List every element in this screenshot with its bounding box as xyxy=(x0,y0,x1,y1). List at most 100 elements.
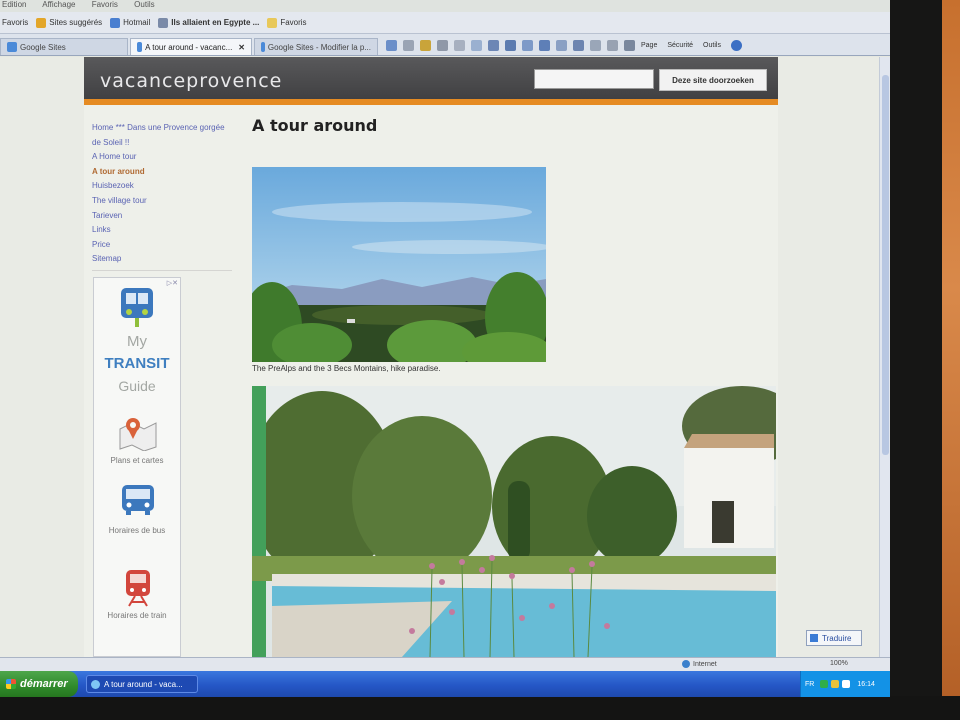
ad-brand-my: My xyxy=(127,333,147,350)
language-indicator[interactable]: FR xyxy=(805,681,814,688)
clock: 16:14 xyxy=(857,680,875,688)
nav-item-sitemap[interactable]: Sitemap xyxy=(92,252,232,267)
ad-link-bus[interactable]: Horaires de bus xyxy=(94,526,180,535)
security-menu[interactable]: Sécurité xyxy=(667,42,693,49)
tab-label: Google Sites xyxy=(20,42,66,52)
google-sites-icon xyxy=(7,42,17,52)
favorites-bar: Favoris Sites suggérés Hotmail Ils allai… xyxy=(0,12,890,34)
bus-sign-icon xyxy=(121,288,153,327)
highlight-icon[interactable] xyxy=(420,39,431,51)
transit-ad[interactable]: ▷✕ My TRANSIT Guide Plans et cartes Hora… xyxy=(93,277,181,657)
site-title[interactable]: vacanceprovence xyxy=(100,70,282,92)
nav-item-home[interactable]: Home *** Dans une Provence gorgée de Sol… xyxy=(92,121,232,150)
translate-label: Traduire xyxy=(822,633,852,643)
nav-item-huisbezoek[interactable]: Huisbezoek xyxy=(92,179,232,194)
rss-icon[interactable] xyxy=(590,39,601,51)
mail-icon[interactable] xyxy=(522,39,533,51)
google-sites-icon xyxy=(261,42,265,52)
pool-garden-photo xyxy=(252,386,776,657)
close-tab-icon[interactable]: ✕ xyxy=(238,43,245,52)
scrollbar-thumb[interactable] xyxy=(882,75,889,455)
ad-brand-guide: Guide xyxy=(118,378,156,394)
blog-icon[interactable] xyxy=(573,39,584,51)
fav-egypt[interactable]: Ils allaient en Egypte ... xyxy=(158,17,260,28)
save-icon[interactable] xyxy=(505,39,516,51)
tab-label: Google Sites - Modifier la p... xyxy=(267,42,371,52)
nav-item-links[interactable]: Links xyxy=(92,223,232,238)
start-button[interactable]: démarrer xyxy=(0,671,78,697)
fav-folder[interactable]: Favoris xyxy=(267,17,307,28)
nav-item-home-tour[interactable]: A Home tour xyxy=(92,150,232,165)
cut-icon[interactable] xyxy=(437,39,448,51)
page-title: A tour around xyxy=(252,116,378,135)
tab-label: A tour around - vacanc... xyxy=(145,42,233,52)
tools-menu[interactable]: Outils xyxy=(703,42,721,49)
photo-caption: The PreAlps and the 3 Becs Montains, hik… xyxy=(252,364,441,373)
google-sites-icon xyxy=(137,42,143,52)
network-icon[interactable] xyxy=(820,680,829,688)
ad-link-train[interactable]: Horaires de train xyxy=(94,611,180,620)
translate-button[interactable]: Traduire xyxy=(806,630,862,646)
page-viewport: vacanceprovence Deze site doorzoeken Hom… xyxy=(0,57,880,657)
fav-label: Hotmail xyxy=(123,18,151,27)
monitor-bezel-bottom xyxy=(0,696,960,720)
screen: Edition Affichage Favoris Outils Favoris… xyxy=(0,0,890,697)
copy-icon[interactable] xyxy=(454,39,465,51)
page-menu[interactable]: Page xyxy=(641,42,657,49)
nav-item-village-tour[interactable]: The village tour xyxy=(92,194,232,209)
star-icon xyxy=(36,17,47,28)
fav-hotmail[interactable]: Hotmail xyxy=(110,17,151,28)
fav-suggested-sites[interactable]: Sites suggérés xyxy=(36,17,103,28)
start-label: démarrer xyxy=(20,678,68,690)
home-icon[interactable] xyxy=(607,39,618,51)
print-icon[interactable] xyxy=(539,39,550,51)
nav-item-price[interactable]: Price xyxy=(92,238,232,253)
page-icon xyxy=(158,17,169,28)
menu-edit[interactable]: Edition xyxy=(2,0,26,9)
ad-choices-icon[interactable]: ▷✕ xyxy=(167,279,178,287)
monitor-bezel xyxy=(888,0,942,720)
favorites-button[interactable]: Favoris xyxy=(2,18,28,27)
sidebar-nav: Home *** Dans une Provence gorgée de Sol… xyxy=(92,121,232,267)
menu-favorites[interactable]: Favoris xyxy=(92,0,118,9)
paste-icon[interactable] xyxy=(471,39,482,51)
search-button[interactable]: Deze site doorzoeken xyxy=(659,69,767,91)
command-bar: Page Sécurité Outils xyxy=(386,35,748,55)
translate-icon xyxy=(810,634,818,642)
zoom-control[interactable]: 100% xyxy=(830,660,848,667)
tab-google-sites[interactable]: Google Sites xyxy=(0,38,128,55)
tab-bar: Google Sites A tour around - vacanc... ✕… xyxy=(0,34,890,56)
help-icon[interactable] xyxy=(730,39,742,51)
security-zone[interactable]: Internet xyxy=(682,660,717,668)
menu-view[interactable]: Affichage xyxy=(42,0,75,9)
bus-icon xyxy=(122,485,154,515)
fav-label: Favoris xyxy=(280,18,307,27)
site-container: vacanceprovence Deze site doorzoeken Hom… xyxy=(84,57,778,657)
system-tray: FR 16:14 xyxy=(800,671,890,697)
translate-icon[interactable] xyxy=(386,39,397,51)
edit-icon[interactable] xyxy=(488,39,499,51)
taskbar-item-browser[interactable]: A tour around - vaca... xyxy=(86,675,198,693)
nav-item-tour-around[interactable]: A tour around xyxy=(92,165,232,180)
security-shield-icon[interactable] xyxy=(831,680,840,688)
zone-label: Internet xyxy=(693,660,717,668)
taskbar-item-label: A tour around - vaca... xyxy=(104,679,183,689)
wall xyxy=(940,0,960,720)
ad-brand-transit: TRANSIT xyxy=(104,355,170,372)
train-icon xyxy=(126,570,150,607)
volume-icon[interactable] xyxy=(842,680,851,688)
vertical-scrollbar[interactable] xyxy=(879,57,890,657)
menu-tools[interactable]: Outils xyxy=(134,0,154,9)
tab-a-tour-around[interactable]: A tour around - vacanc... ✕ xyxy=(130,38,252,55)
menu-bar: Edition Affichage Favoris Outils xyxy=(0,0,890,12)
ad-link-maps[interactable]: Plans et cartes xyxy=(94,456,180,465)
fav-label: Sites suggérés xyxy=(49,18,103,27)
text-icon[interactable] xyxy=(403,39,414,51)
status-bar: Internet 100% xyxy=(0,657,890,671)
search-input[interactable] xyxy=(534,69,654,89)
nav-item-tarieven[interactable]: Tarieven xyxy=(92,209,232,224)
research-icon[interactable] xyxy=(556,39,567,51)
fav-label: Ils allaient en Egypte ... xyxy=(171,18,260,27)
printer-icon[interactable] xyxy=(624,39,635,51)
tab-modifier[interactable]: Google Sites - Modifier la p... xyxy=(254,38,378,55)
